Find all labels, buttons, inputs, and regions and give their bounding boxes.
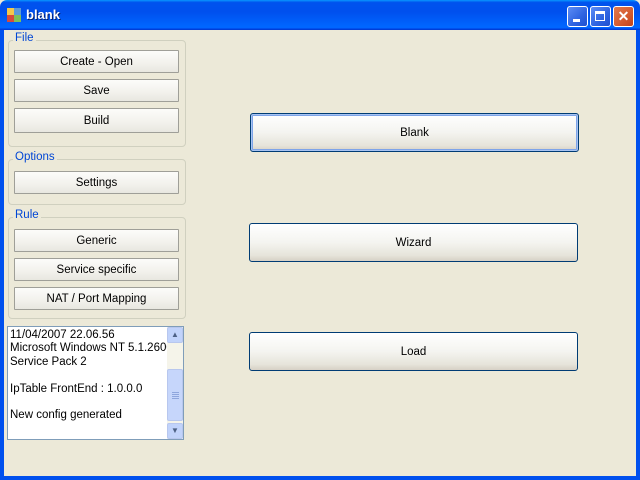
load-button[interactable]: Load: [249, 332, 578, 371]
grip-line: [172, 396, 179, 397]
rule-group-label: Rule: [13, 209, 41, 221]
log-line: 11/04/2007 22.06.56: [10, 329, 115, 341]
generic-button[interactable]: Generic: [14, 229, 179, 252]
file-group-label: File: [13, 32, 36, 44]
chevron-down-icon: ▼: [171, 426, 179, 435]
log-line: IpTable FrontEnd : 1.0.0.0: [10, 382, 143, 395]
log-scrollbar[interactable]: ▲ ▼: [167, 327, 183, 439]
options-group-label: Options: [13, 151, 57, 163]
main-window: blank ✕ File Create - Open Save Build Op…: [0, 0, 640, 480]
close-icon: ✕: [617, 8, 630, 24]
minimize-button[interactable]: [567, 6, 588, 27]
build-button[interactable]: Build: [14, 108, 179, 133]
close-button[interactable]: ✕: [613, 6, 634, 27]
log-line: Service Pack 2: [10, 355, 87, 368]
log-line: New config generated: [10, 409, 122, 422]
grip-line: [172, 392, 179, 393]
window-frame-bottom: [0, 476, 640, 480]
nat-port-mapping-button[interactable]: NAT / Port Mapping: [14, 287, 179, 310]
log-textbox[interactable]: 11/04/2007 22.06.56 Microsoft Windows NT…: [7, 326, 184, 440]
scroll-down-button[interactable]: ▼: [167, 423, 183, 439]
scroll-thumb[interactable]: [167, 369, 183, 421]
settings-button[interactable]: Settings: [14, 171, 179, 194]
log-line: Microsoft Windows NT 5.1.2600: [10, 342, 173, 355]
window-frame-left: [0, 30, 4, 480]
window-frame-right: [636, 30, 640, 480]
title-bar[interactable]: blank ✕: [0, 0, 640, 30]
maximize-button[interactable]: [590, 6, 611, 27]
maximize-icon: [595, 11, 605, 21]
grip-line: [172, 398, 179, 399]
scroll-up-button[interactable]: ▲: [167, 327, 183, 343]
create-open-button[interactable]: Create - Open: [14, 50, 179, 73]
blank-button[interactable]: Blank: [250, 113, 579, 152]
service-specific-button[interactable]: Service specific: [14, 258, 179, 281]
log-text: 11/04/2007 22.06.56 Microsoft Windows NT…: [10, 329, 173, 423]
save-button[interactable]: Save: [14, 79, 179, 102]
app-window-icon: [7, 8, 21, 22]
wizard-button[interactable]: Wizard: [249, 223, 578, 262]
minimize-icon: [573, 19, 580, 22]
grip-line: [172, 394, 179, 395]
chevron-up-icon: ▲: [171, 330, 179, 339]
window-title: blank: [26, 7, 60, 22]
